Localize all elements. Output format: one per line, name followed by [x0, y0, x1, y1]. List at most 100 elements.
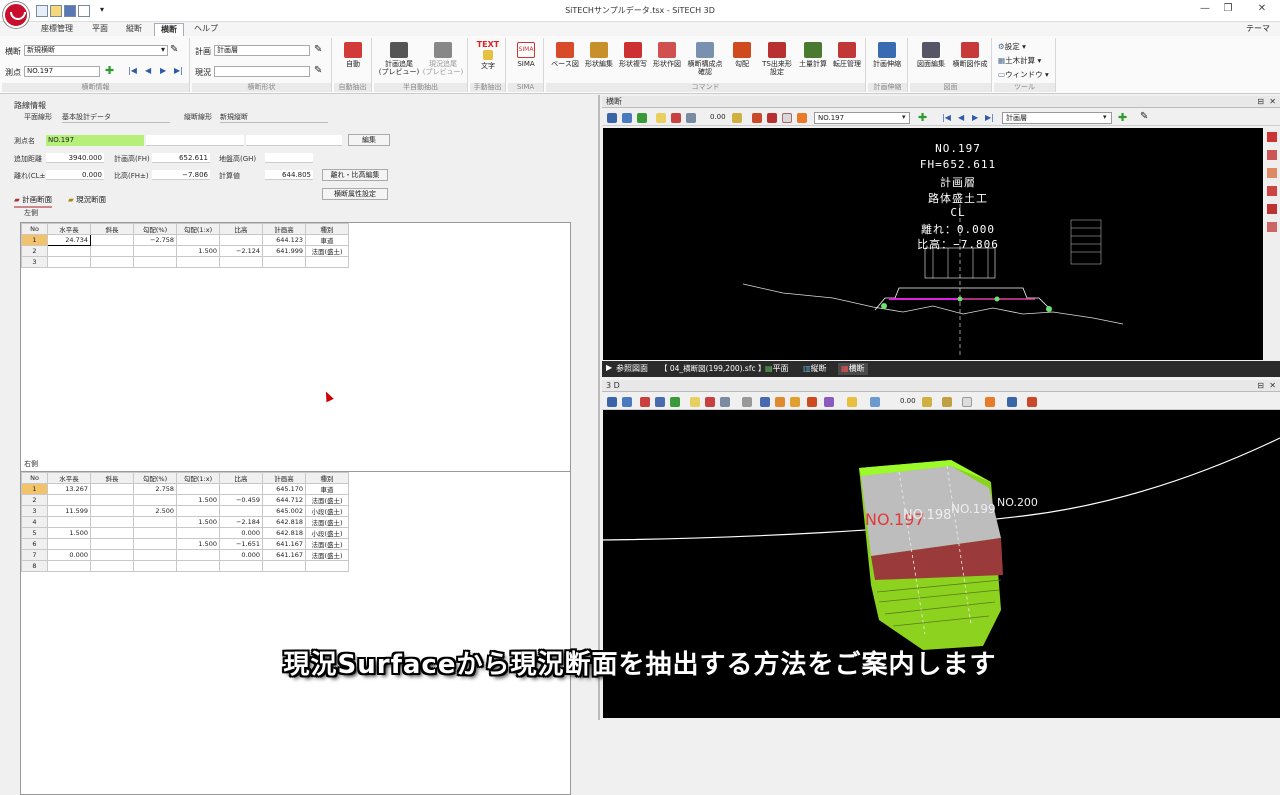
civil-calc-menu[interactable]: ▦土木計算 ▾	[998, 55, 1041, 66]
minimize-button[interactable]: —	[1195, 3, 1215, 14]
pencil-icon[interactable]: ✎	[170, 44, 178, 55]
close-icon[interactable]: ✕	[1269, 96, 1276, 108]
station-dropdown[interactable]: NO.197	[814, 112, 910, 124]
station-name-field[interactable]: NO.197	[46, 135, 144, 146]
cell[interactable]: −1.651	[219, 538, 263, 550]
add-station-icon[interactable]: ✚	[918, 111, 927, 124]
cell[interactable]	[176, 560, 220, 572]
first-icon[interactable]: |◀	[128, 66, 137, 75]
side-tool-icon[interactable]	[1267, 186, 1277, 196]
tab-cross-view[interactable]: ▦横断	[838, 363, 868, 375]
zoom-icon[interactable]	[607, 113, 617, 123]
cell[interactable]: 1.500	[176, 538, 220, 550]
grid-icon[interactable]	[720, 397, 730, 407]
tab-plan-view[interactable]: ▤平面	[762, 363, 792, 375]
table-row[interactable]: 5 1.500 0.000 642.818 小段(盛土)	[21, 527, 349, 539]
cross-drawing-button[interactable]: 横断図作成	[950, 40, 990, 80]
cell[interactable]	[133, 549, 177, 561]
cell[interactable]	[90, 549, 134, 561]
compaction-button[interactable]: 転圧管理	[830, 40, 864, 80]
cell[interactable]: 641.167	[262, 549, 306, 561]
cell[interactable]: 1	[21, 234, 48, 246]
cell[interactable]	[133, 560, 177, 572]
menu-profile[interactable]: 縦断	[122, 23, 146, 36]
cell[interactable]: 13.267	[47, 483, 91, 495]
cell[interactable]	[90, 560, 134, 572]
cell[interactable]	[47, 256, 91, 268]
cell[interactable]	[176, 527, 220, 539]
cell[interactable]: 644.712	[262, 494, 306, 506]
attribute-setting-button[interactable]: 横断属性設定	[322, 188, 388, 200]
cell[interactable]	[219, 256, 263, 268]
cell[interactable]: 法面(盛土)	[305, 549, 349, 561]
menu-help[interactable]: ヘルプ	[192, 23, 220, 36]
cell[interactable]	[176, 505, 220, 517]
last-icon[interactable]: ▶|	[985, 113, 994, 122]
zoom-window-icon[interactable]	[622, 113, 632, 123]
open-folder-icon[interactable]	[50, 5, 62, 17]
cell[interactable]: 3	[21, 505, 48, 517]
fh-value[interactable]: 652.611	[152, 153, 210, 163]
cell[interactable]: 642.818	[262, 527, 306, 539]
cell[interactable]: 1	[21, 483, 48, 495]
table-row[interactable]: 3 11.599 2.500 645.002 小段(盛土)	[21, 505, 349, 517]
sima-button[interactable]: SIMA SIMA	[509, 40, 543, 80]
pencil-icon[interactable]: ✎	[314, 65, 322, 76]
table-row[interactable]: 1 13.267 2.758 645.170 車道	[21, 483, 349, 495]
snap-icon[interactable]	[732, 113, 742, 123]
refresh-icon[interactable]	[637, 113, 647, 123]
cell[interactable]: 7	[21, 549, 48, 561]
offset-value[interactable]: 0.000	[46, 170, 104, 180]
cell[interactable]	[133, 516, 177, 528]
app-logo-icon[interactable]	[3, 2, 29, 28]
prev-icon[interactable]: ◀	[145, 66, 151, 75]
surface-icon[interactable]	[760, 397, 770, 407]
view-front-icon[interactable]	[640, 397, 650, 407]
snap-icon[interactable]	[922, 397, 932, 407]
cell[interactable]	[90, 483, 134, 495]
table-row[interactable]: 6 1.500 −1.651 641.167 法面(盛土)	[21, 538, 349, 550]
gh-value[interactable]	[265, 153, 313, 163]
cell[interactable]: 2.758	[133, 483, 177, 495]
cell[interactable]: 11.599	[47, 505, 91, 517]
slope-button[interactable]: 勾配	[726, 40, 758, 80]
side-tool-icon[interactable]	[1267, 204, 1277, 214]
last-icon[interactable]: ▶|	[174, 66, 183, 75]
plan-stretch-button[interactable]: 計画伸縮	[870, 40, 904, 80]
cell[interactable]	[90, 516, 134, 528]
cell[interactable]	[47, 494, 91, 506]
chevron-down-icon[interactable]: ▾	[161, 45, 165, 54]
table-row[interactable]: 7 0.000 0.000 641.167 法面(盛土)	[21, 549, 349, 561]
cell[interactable]	[47, 516, 91, 528]
layer-icon[interactable]	[942, 397, 952, 407]
mesh-icon[interactable]	[824, 397, 834, 407]
camera-icon[interactable]	[870, 397, 880, 407]
cell[interactable]	[90, 234, 134, 246]
cell[interactable]: 小段(盛土)	[305, 505, 349, 517]
cross-select[interactable]: 新規横断	[24, 45, 168, 56]
cell[interactable]: 8	[21, 560, 48, 572]
text-button[interactable]: TEXT 文字	[471, 40, 505, 80]
offset-edit-button[interactable]: 離れ・比高編集	[322, 169, 388, 181]
cell[interactable]	[176, 483, 220, 495]
cell[interactable]	[262, 560, 306, 572]
light-icon[interactable]	[690, 397, 700, 407]
calc-value[interactable]: 644.805	[265, 170, 313, 180]
cell[interactable]: 小段(盛土)	[305, 527, 349, 539]
print-icon[interactable]	[78, 5, 90, 17]
zoom-value[interactable]: 0.00	[900, 397, 916, 405]
cell[interactable]: 法面(盛土)	[305, 538, 349, 550]
shape-edit-button[interactable]: 形状編集	[582, 40, 616, 80]
quick-access-menu-icon[interactable]: ▾	[100, 5, 104, 14]
table-row[interactable]: 8	[21, 560, 349, 572]
cell[interactable]: 644.123	[262, 234, 306, 246]
cell[interactable]	[176, 549, 220, 561]
zoom-window-icon[interactable]	[622, 397, 632, 407]
side-tool-icon[interactable]	[1267, 132, 1277, 142]
cell[interactable]: −0.459	[219, 494, 263, 506]
cross-points-button[interactable]: 横断構成点 確認	[684, 40, 726, 80]
refresh-icon[interactable]	[670, 397, 680, 407]
cell[interactable]	[133, 527, 177, 539]
cell[interactable]: 0.000	[219, 549, 263, 561]
cell[interactable]: 642.818	[262, 516, 306, 528]
